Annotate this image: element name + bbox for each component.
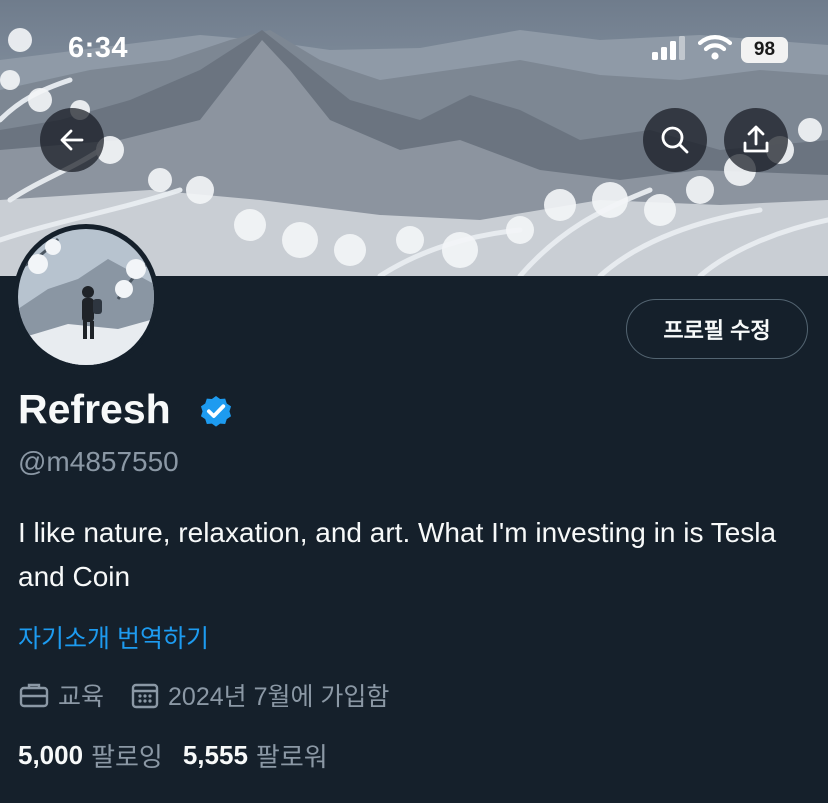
status-bar: 6:34 98 (0, 0, 828, 100)
search-button[interactable] (643, 108, 707, 172)
share-button[interactable] (724, 108, 788, 172)
search-icon (661, 126, 689, 154)
joined-item: 2024년 7월에 가입함 (130, 677, 389, 713)
calendar-icon (131, 683, 159, 709)
joined-date: 2024년 7월에 가입함 (168, 683, 390, 711)
battery-icon: 98 (741, 37, 788, 63)
back-arrow-icon (60, 129, 84, 151)
following-label[interactable]: 팔로잉 (91, 737, 163, 774)
wifi-icon (698, 35, 732, 60)
back-button[interactable] (40, 108, 104, 172)
followers-label[interactable]: 팔로워 (256, 737, 328, 774)
follow-stats: 5,000 팔로잉 5,555 팔로워 (18, 737, 348, 774)
verified-badge-icon[interactable] (197, 392, 235, 430)
bio-text: I like nature, relaxation, and art. What… (18, 517, 777, 592)
briefcase-icon (19, 683, 49, 708)
profile-meta: 교육 2024년 7월에 가입함 (18, 678, 415, 712)
status-time: 6:34 (68, 32, 129, 64)
share-icon (743, 125, 769, 153)
followers-count[interactable]: 5,555 (183, 740, 248, 771)
category-item: 교육 (18, 677, 104, 713)
cellular-signal-icon (652, 36, 685, 60)
edit-profile-button[interactable]: 프로필 수정 (626, 299, 808, 359)
avatar-image (18, 229, 154, 365)
display-name: Refresh (18, 386, 171, 432)
avatar[interactable] (13, 224, 159, 370)
user-handle: @m4857550 (18, 446, 179, 477)
translate-bio-link[interactable]: 자기소개 번역하기 (18, 619, 209, 655)
category-label: 교육 (58, 683, 105, 711)
following-count[interactable]: 5,000 (18, 740, 83, 771)
